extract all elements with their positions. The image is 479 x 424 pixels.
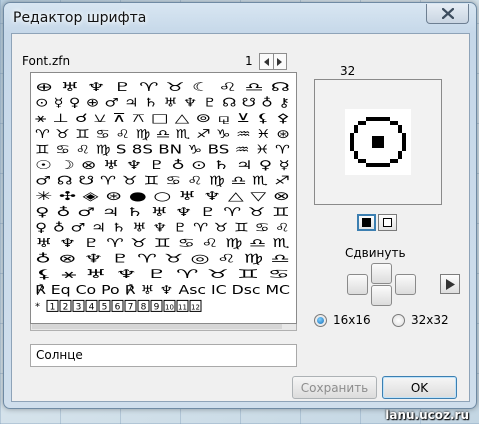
glyph-row[interactable]: ℟ Eq Co Po ℟ ♅ ♆ Asc IC Dsc MC bbox=[35, 283, 290, 297]
title-bar: Редактор шрифта bbox=[4, 3, 476, 33]
glyph-table-canvas: ⊕ ♅ ♆ ♇ ♈ ♉ ☾ ♌ ♎ ☊ ⊙ ☿ ♀ ⊕ ♂ ♃ ♄ ♅ ♆ ♇ ☊… bbox=[35, 80, 290, 312]
glyph-row[interactable]: ♀ ♁ ♂ ♃ ♄ ♅ ♆ ♇ ♈ ♉ ♊ ♋ ♌ bbox=[35, 220, 290, 234]
shift-right-button[interactable] bbox=[395, 274, 416, 295]
glyph-row[interactable]: ⚹ ⊥ ☌ ⚺ ⊼ ⚻ □ △ ⊚ ⚼ ⊻ ⚸ ⚴ bbox=[35, 111, 290, 125]
page-number: 1 bbox=[245, 54, 253, 68]
glyph-row[interactable]: ♀ ♁ ♂ ♃ ♄ ♅ ♆ ♇ ♈ ♉ ♊ bbox=[35, 205, 290, 219]
shift-left-button[interactable] bbox=[347, 274, 368, 295]
glyph-cell: 11 bbox=[178, 303, 187, 311]
preview-canvas bbox=[345, 109, 411, 175]
glyph-row[interactable]: ♈ ♉ ♊ ♋ ♌ ♍ ♎ ♏ ♐ ♑ ♒ ♓ ⊛ bbox=[35, 127, 290, 141]
glyph-row[interactable]: ♊ ♋ ♌ ♍ S 8S BN ♑ BS ♒ ♓ ♈ bbox=[35, 142, 290, 156]
ok-button[interactable]: OK bbox=[382, 376, 457, 399]
glyph-cell: 8 bbox=[141, 302, 147, 312]
glyph-preview[interactable] bbox=[314, 79, 442, 205]
page-next-button[interactable] bbox=[273, 54, 286, 69]
save-button[interactable]: Сохранить bbox=[292, 376, 377, 399]
font-editor-dialog: Редактор шрифта Font.zfn 1 ⊕ ♅ ♆ ♇ ♈ ♉ ☾… bbox=[3, 2, 477, 409]
arrow-right-icon bbox=[277, 57, 282, 66]
glyph-cell[interactable]: * bbox=[35, 301, 40, 312]
glyph-cell: 1 bbox=[50, 302, 56, 312]
filled-square-icon bbox=[362, 218, 371, 227]
glyph-row[interactable]: ☉ ☽ ⊗ ♅ ♆ ♇ ♁ ⊙ ♄ ♃ ♀ ☿ bbox=[35, 158, 290, 172]
preview-size-label: 32 bbox=[340, 64, 356, 78]
glyph-cell: 5 bbox=[102, 302, 108, 312]
glyph-cell: 3 bbox=[76, 302, 82, 312]
glyph-row[interactable]: ⚸ ⚹ ♅ ♆ ♇ ♈ ♉ ♊ ♋ bbox=[35, 267, 290, 281]
shift-up-button[interactable] bbox=[371, 263, 392, 284]
glyph-scrollbar[interactable] bbox=[30, 324, 297, 331]
page-spinner bbox=[259, 53, 287, 70]
close-button[interactable] bbox=[426, 4, 469, 24]
glyph-table[interactable]: ⊕ ♅ ♆ ♇ ♈ ♉ ☾ ♌ ♎ ☊ ⊙ ☿ ♀ ⊕ ♂ ♃ ♄ ♅ ♆ ♇ ☊… bbox=[30, 72, 297, 324]
glyph-cell: 4 bbox=[89, 302, 95, 312]
glyph-row[interactable]: ⊕ ♅ ♆ ♇ ♈ ♉ ☾ ♌ ♎ ☊ bbox=[35, 80, 290, 94]
glyph-cell: 6 bbox=[115, 302, 121, 312]
scrollbar-thumb[interactable] bbox=[32, 324, 282, 329]
glyph-cell: 10 bbox=[165, 303, 174, 311]
site-watermark: lanu.ucoz.ru bbox=[385, 408, 469, 422]
shift-label: Сдвинуть bbox=[345, 246, 406, 260]
radio-button-checked[interactable] bbox=[314, 313, 327, 327]
glyph-row[interactable]: ♂ ☊ ☋ ♈ ♉ ♊ ♋ ♌ ♍ ♎ ♏ ♐ bbox=[35, 174, 290, 188]
glyph-row[interactable]: ♅ ♆ ♇ ♈ ♉ ♊ ♋ ♌ ♍ ♎ ♏ bbox=[35, 236, 290, 250]
dialog-title: Редактор шрифта bbox=[13, 10, 147, 26]
apply-button[interactable] bbox=[440, 274, 460, 294]
empty-square-icon bbox=[383, 218, 392, 227]
size-16-radio[interactable]: 16x16 bbox=[314, 313, 371, 327]
glyph-row[interactable]: ✳ ✣ ◈ ⊛ ● ○ ♅ ♆ △ ▽ ⊗ bbox=[35, 189, 290, 203]
glyph-name-input[interactable]: Солнце bbox=[30, 344, 297, 367]
glyph-cell: 7 bbox=[128, 302, 134, 312]
close-icon bbox=[442, 8, 454, 19]
draw-mode-filled-button[interactable] bbox=[357, 214, 376, 231]
shift-down-button[interactable] bbox=[371, 285, 392, 306]
size-16-label: 16x16 bbox=[333, 313, 371, 327]
page-prev-button[interactable] bbox=[260, 54, 273, 69]
font-file-label: Font.zfn bbox=[22, 54, 71, 68]
size-32-radio[interactable]: 32x32 bbox=[392, 313, 449, 327]
radio-button-unchecked[interactable] bbox=[392, 313, 405, 327]
draw-mode-empty-button[interactable] bbox=[378, 214, 397, 231]
play-icon bbox=[446, 279, 455, 290]
dialog-body: Font.zfn 1 ⊕ ♅ ♆ ♇ ♈ ♉ ☾ ♌ ♎ ☊ ⊙ ☿ ♀ ⊕ ♂ … bbox=[11, 33, 470, 402]
arrow-left-icon bbox=[263, 57, 269, 66]
sun-symbol-icon bbox=[350, 117, 406, 167]
glyph-row[interactable]: ♁ ⊗ ♆ ♇ ♈ ♉ ◎ ♌ ♍ ♎ bbox=[35, 252, 290, 266]
size-32-label: 32x32 bbox=[411, 313, 449, 327]
glyph-row[interactable]: ⊙ ☿ ♀ ⊕ ♂ ♃ ♄ ♅ ♆ ♇ ☊ ☋ ♁ ⚷ bbox=[35, 96, 290, 110]
glyph-cell: 9 bbox=[154, 302, 160, 312]
glyph-cell: 2 bbox=[63, 302, 69, 312]
glyph-cell: 12 bbox=[191, 303, 200, 311]
